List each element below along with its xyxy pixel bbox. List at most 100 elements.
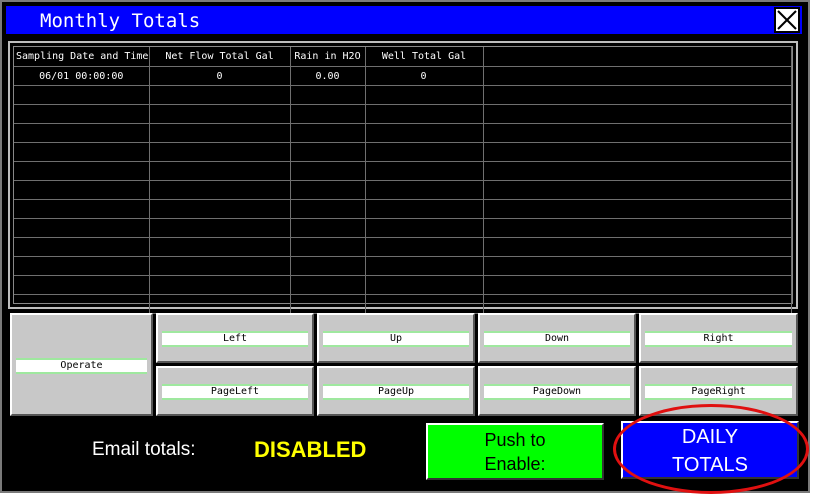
table-cell [149,256,291,276]
table-row[interactable]: 06/01 00:00:00 0 0.00 0 [14,66,792,86]
table-cell [14,218,150,238]
table-cell [290,294,366,314]
page-right-button-label: PageRight [645,384,792,400]
table-cell [14,85,150,105]
table-cell [14,123,150,143]
column-header[interactable]: Well Total Gal [365,47,484,67]
table-cell [149,161,291,181]
table-cell [483,66,792,86]
table-body: 06/01 00:00:00 0 0.00 0 [14,66,792,314]
table-row[interactable] [14,218,792,238]
table-cell: 0.00 [290,66,366,86]
totals-table-panel: Sampling Date and Time Net Flow Total Ga… [8,41,798,314]
table-row[interactable] [14,199,792,219]
table-row[interactable] [14,237,792,257]
page-down-button[interactable]: PageDown [478,366,636,416]
operate-button-label: Operate [16,357,147,374]
table-cell [483,123,792,143]
table-cell [290,85,366,105]
table-cell [365,180,484,200]
page-up-button-label: PageUp [323,384,469,400]
table-cell [14,199,150,219]
page-down-button-label: PageDown [484,384,630,400]
window-title: Monthly Totals [40,10,201,32]
table-row[interactable] [14,275,792,295]
table-cell [365,85,484,105]
table-cell [365,237,484,257]
column-header[interactable]: Net Flow Total Gal [149,47,291,67]
table-cell [149,237,291,257]
title-bar: Monthly Totals [4,4,804,36]
right-button[interactable]: Right [639,313,798,363]
table-cell [365,256,484,276]
down-button-label: Down [484,331,630,347]
table-cell: 0 [149,66,291,86]
close-x-icon [777,10,797,30]
table-cell [365,142,484,162]
table-cell [365,104,484,124]
table-cell [290,180,366,200]
table-cell [290,104,366,124]
table-cell [149,123,291,143]
page-left-button[interactable]: PageLeft [156,366,314,416]
left-button[interactable]: Left [156,313,314,363]
table-cell [14,161,150,181]
push-to-enable-button[interactable]: Push to Enable: [426,423,604,480]
column-header[interactable]: Rain in H2O [290,47,366,67]
page-left-button-label: PageLeft [162,384,308,400]
table-row[interactable] [14,256,792,276]
table-row[interactable] [14,123,792,143]
table-cell [149,85,291,105]
down-button[interactable]: Down [478,313,636,363]
daily-totals-button[interactable]: DAILY TOTALS [621,421,799,479]
right-button-label: Right [645,331,792,347]
close-button[interactable] [774,7,800,33]
table-cell [14,294,150,314]
column-header[interactable]: Sampling Date and Time [14,47,150,67]
page-right-button[interactable]: PageRight [639,366,798,416]
table-cell [483,142,792,162]
table-row[interactable] [14,294,792,314]
up-button[interactable]: Up [317,313,475,363]
email-totals-label: Email totals: [92,439,196,460]
table-row[interactable] [14,161,792,181]
table-cell [365,161,484,181]
table-cell [14,142,150,162]
table-row[interactable] [14,85,792,105]
email-status-value: DISABLED [254,437,367,462]
table-cell [290,161,366,181]
table-row[interactable] [14,142,792,162]
table-cell [14,104,150,124]
table-cell [14,256,150,276]
table-cell [365,199,484,219]
push-to-enable-line2: Enable: [484,454,546,474]
table-cell [483,237,792,257]
table-cell [290,237,366,257]
table-row[interactable] [14,104,792,124]
table-row[interactable] [14,180,792,200]
daily-totals-line1: DAILY [681,426,739,448]
table-cell [365,123,484,143]
table-cell [483,218,792,238]
table-cell [290,199,366,219]
table-cell [149,199,291,219]
totals-table-frame: Sampling Date and Time Net Flow Total Ga… [13,46,793,314]
table-cell [14,237,150,257]
table-cell [149,180,291,200]
up-button-label: Up [323,331,469,347]
table-header-row: Sampling Date and Time Net Flow Total Ga… [14,47,792,67]
daily-totals-line2: TOTALS [672,454,748,476]
operate-button[interactable]: Operate [10,313,153,416]
table-cell [290,256,366,276]
table-cell [483,275,792,295]
table-cell [483,256,792,276]
table-cell [483,199,792,219]
push-to-enable-line1: Push to [484,430,546,450]
table-cell [483,85,792,105]
page-up-button[interactable]: PageUp [317,366,475,416]
table-cell [290,142,366,162]
totals-table: Sampling Date and Time Net Flow Total Ga… [14,47,792,314]
table-cell: 06/01 00:00:00 [14,66,150,86]
table-cell [290,123,366,143]
table-cell [365,294,484,314]
